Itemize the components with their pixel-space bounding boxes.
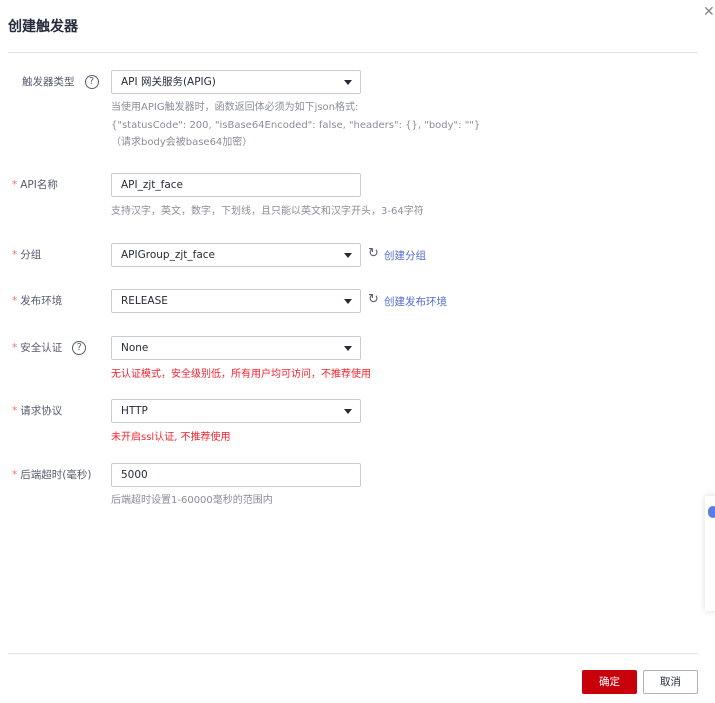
timeout-label: * 后端超时(毫秒) bbox=[12, 469, 92, 481]
api-name-hint: 支持汉字，英文，数字，下划线，且只能以英文和汉字开头，3-64字符 bbox=[111, 206, 424, 217]
api-name-input[interactable]: API_zjt_face bbox=[111, 173, 361, 197]
trigger-type-select[interactable]: API 网关服务(APIG) bbox=[111, 70, 361, 94]
group-label: * 分组 bbox=[12, 249, 42, 261]
help-icon[interactable]: ? bbox=[72, 341, 87, 355]
protocol-select[interactable]: HTTP bbox=[111, 399, 361, 423]
cancel-button[interactable]: 取消 bbox=[643, 670, 698, 694]
env-select[interactable]: RELEASE bbox=[111, 289, 361, 313]
timeout-hint: 后端超时设置1-60000毫秒的范围内 bbox=[111, 495, 273, 506]
header-divider bbox=[8, 52, 698, 53]
group-select[interactable]: APIGroup_zjt_face bbox=[111, 243, 361, 267]
refresh-icon[interactable]: ↻ bbox=[368, 292, 379, 307]
auth-label: * 安全认证? bbox=[12, 341, 87, 355]
caret-down-icon bbox=[344, 80, 352, 85]
assistant-icon[interactable] bbox=[708, 506, 715, 518]
auth-warning: 无认证模式，安全级别低，所有用户均可访问，不推荐使用 bbox=[111, 369, 371, 380]
timeout-input[interactable]: 5000 bbox=[111, 463, 361, 487]
create-env-link[interactable]: 创建发布环境 bbox=[384, 294, 447, 309]
confirm-button[interactable]: 确定 bbox=[582, 670, 637, 694]
create-group-link[interactable]: 创建分组 bbox=[384, 248, 426, 263]
api-name-label: * API名称 bbox=[12, 179, 58, 191]
protocol-warning: 未开启ssl认证, 不推荐使用 bbox=[111, 432, 231, 443]
env-label: * 发布环境 bbox=[12, 295, 63, 307]
caret-down-icon bbox=[344, 299, 352, 304]
dialog-title: 创建触发器 bbox=[8, 19, 78, 35]
caret-down-icon bbox=[344, 253, 352, 258]
trigger-type-label: 触发器类型? bbox=[22, 75, 99, 89]
protocol-label: * 请求协议 bbox=[12, 405, 63, 417]
help-icon[interactable]: ? bbox=[84, 75, 99, 89]
auth-select[interactable]: None bbox=[111, 336, 361, 360]
footer-divider bbox=[8, 653, 698, 654]
caret-down-icon bbox=[344, 346, 352, 351]
floating-side-panel[interactable] bbox=[705, 496, 715, 611]
refresh-icon[interactable]: ↻ bbox=[368, 246, 379, 261]
trigger-type-hint: 当使用APIG触发器时，函数返回体必须为如下json格式: {"statusCo… bbox=[111, 102, 481, 148]
close-icon[interactable]: ✕ bbox=[703, 4, 715, 20]
caret-down-icon bbox=[344, 409, 352, 414]
